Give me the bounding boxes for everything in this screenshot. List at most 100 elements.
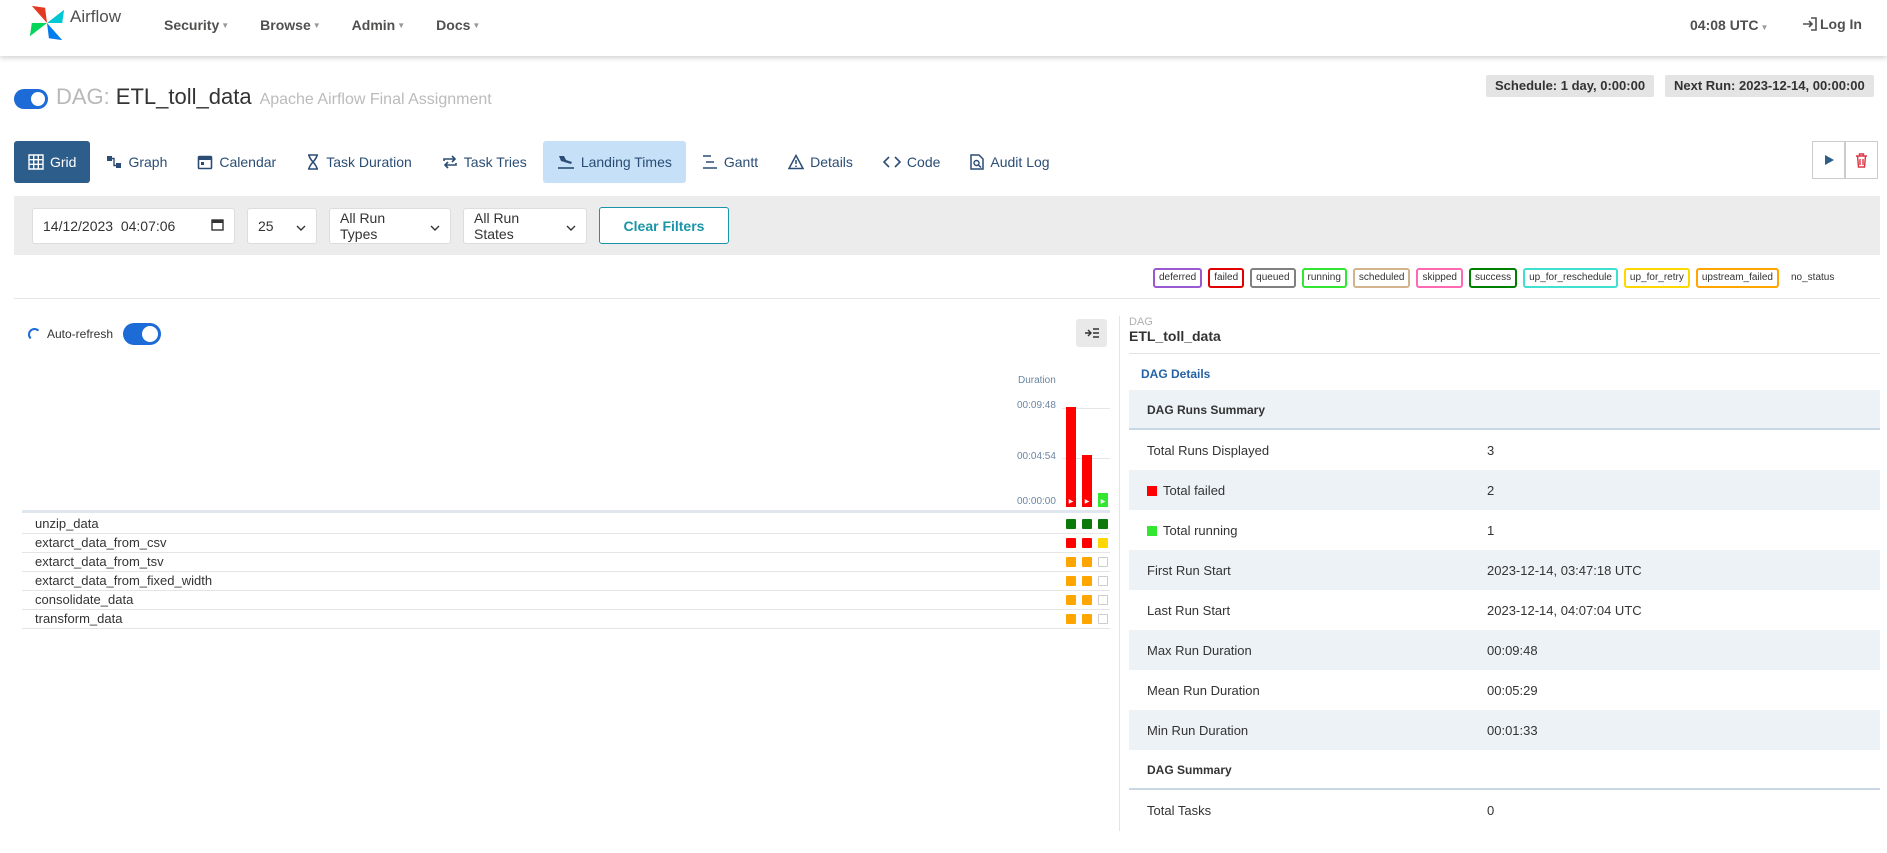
dag-run-bar[interactable]: ▶ — [1082, 455, 1092, 507]
task-instance-cell[interactable] — [1082, 614, 1092, 624]
calendar-icon — [197, 154, 213, 170]
run-state-select[interactable]: All Run States — [463, 208, 587, 244]
details-value: 2 — [1487, 483, 1495, 498]
menu-security[interactable]: Security ▼ — [164, 17, 229, 33]
tab-code[interactable]: Code — [869, 141, 954, 183]
dag-title: ETL_toll_data — [115, 84, 252, 109]
dag-details-link[interactable]: DAG Details — [1141, 367, 1210, 381]
repeat-icon — [442, 154, 458, 170]
task-instance-cell[interactable] — [1098, 519, 1108, 529]
clear-filters-button[interactable]: Clear Filters — [599, 207, 729, 244]
task-instance-cell[interactable] — [1082, 595, 1092, 605]
chevron-down-icon — [288, 218, 306, 234]
divider — [14, 298, 1880, 299]
task-name[interactable]: unzip_data — [35, 516, 99, 531]
task-name[interactable]: extarct_data_from_fixed_width — [35, 573, 212, 588]
task-instance-cell[interactable] — [1066, 576, 1076, 586]
collapse-details-button[interactable] — [1076, 319, 1107, 347]
task-instance-cell[interactable] — [1082, 519, 1092, 529]
menu-admin[interactable]: Admin ▼ — [352, 17, 405, 33]
tab-calendar[interactable]: Calendar — [183, 141, 290, 183]
duration-tick: 00:00:00 — [1017, 496, 1056, 507]
dag-pause-toggle[interactable] — [14, 89, 48, 109]
task-instance-cell[interactable] — [1082, 576, 1092, 586]
run-type-select[interactable]: All Run Types — [329, 208, 451, 244]
task-row[interactable]: extarct_data_from_tsv — [22, 553, 1110, 572]
tab-landing-times[interactable]: Landing Times — [542, 141, 686, 183]
status-dot-icon — [1147, 525, 1157, 536]
task-name[interactable]: extarct_data_from_csv — [35, 535, 167, 550]
details-key: DAG Runs Summary — [1147, 403, 1266, 417]
details-value: 2023-12-14, 03:47:18 UTC — [1487, 563, 1642, 578]
legend-no-status[interactable]: no_status — [1785, 268, 1840, 288]
details-row: Max Run Duration 00:09:48 — [1129, 630, 1880, 670]
task-instance-cell[interactable] — [1066, 519, 1076, 529]
dag-header: DAG: ETL_toll_data Apache Airflow Final … — [14, 84, 492, 110]
login-link[interactable]: Log In — [1802, 16, 1862, 32]
tab-graph[interactable]: Graph — [92, 141, 181, 183]
task-instance-cell[interactable] — [1066, 557, 1076, 567]
legend-queued[interactable]: queued — [1250, 268, 1296, 288]
airflow-brand[interactable]: Airflow — [28, 4, 121, 42]
legend-scheduled[interactable]: scheduled — [1352, 268, 1411, 288]
details-key: Total Runs Displayed — [1147, 443, 1270, 458]
dag-run-bar[interactable]: ▶ — [1098, 493, 1108, 507]
grid-icon — [28, 154, 44, 170]
task-name[interactable]: consolidate_data — [35, 592, 133, 607]
task-instance-cell[interactable] — [1098, 595, 1108, 605]
legend-deferred[interactable]: deferred — [1153, 268, 1203, 288]
calendar-picker-icon[interactable] — [203, 218, 224, 234]
panel-divider[interactable] — [1119, 316, 1120, 831]
num-runs-select[interactable]: 25 — [247, 208, 317, 244]
task-name[interactable]: extarct_data_from_tsv — [35, 554, 164, 569]
legend-skipped[interactable]: skipped — [1416, 268, 1463, 288]
task-instance-cell[interactable] — [1066, 595, 1076, 605]
caret-down-icon: ▼ — [312, 21, 321, 30]
tab-gantt[interactable]: Gantt — [688, 141, 772, 183]
tab-details[interactable]: Details — [774, 141, 867, 183]
schedule-badge[interactable]: Schedule: 1 day, 0:00:00 — [1486, 75, 1655, 97]
task-instance-cell[interactable] — [1066, 538, 1076, 548]
task-row[interactable]: unzip_data — [22, 515, 1110, 534]
details-value: 1 — [1487, 523, 1495, 538]
task-row[interactable]: extarct_data_from_fixed_width — [22, 572, 1110, 591]
task-instance-cell[interactable] — [1098, 557, 1108, 567]
dag-prefix: DAG: — [56, 84, 110, 109]
run-type-value: All Run Types — [340, 210, 386, 242]
chevron-down-icon — [422, 218, 440, 234]
task-row[interactable]: consolidate_data — [22, 591, 1110, 610]
details-row: Total running 1 — [1129, 510, 1880, 550]
auto-refresh-toggle[interactable] — [123, 323, 162, 345]
tab-label: Audit Log — [990, 154, 1050, 170]
legend-running[interactable]: running — [1301, 268, 1347, 288]
task-instance-cell[interactable] — [1066, 614, 1076, 624]
delete-dag-button[interactable] — [1845, 141, 1878, 179]
caret-down-icon: ▼ — [221, 21, 230, 30]
tab-task-duration[interactable]: Task Duration — [292, 141, 426, 183]
task-instance-cell[interactable] — [1098, 576, 1108, 586]
legend-success[interactable]: success — [1468, 268, 1518, 288]
tab-task-tries[interactable]: Task Tries — [428, 141, 541, 183]
legend-up-for-retry[interactable]: up_for_retry — [1623, 268, 1690, 288]
task-name[interactable]: transform_data — [35, 611, 122, 626]
dag-run-bar[interactable]: ▶ — [1066, 407, 1076, 507]
trigger-dag-button[interactable] — [1812, 141, 1845, 179]
task-row[interactable]: transform_data — [22, 610, 1110, 629]
plane-landing-icon — [557, 154, 575, 170]
task-instance-cell[interactable] — [1098, 538, 1108, 548]
menu-browse[interactable]: Browse ▼ — [260, 17, 321, 33]
timezone-dropdown[interactable]: 04:08 UTC ▼ — [1690, 17, 1768, 33]
tab-grid[interactable]: Grid — [14, 141, 91, 183]
task-instance-cell[interactable] — [1082, 538, 1092, 548]
legend-failed[interactable]: failed — [1208, 268, 1245, 288]
airflow-logo-icon — [29, 5, 65, 41]
task-row[interactable]: extarct_data_from_csv — [22, 534, 1110, 553]
next-run-badge[interactable]: Next Run: 2023-12-14, 00:00:00 — [1665, 75, 1874, 97]
legend-upstream-failed[interactable]: upstream_failed — [1695, 268, 1779, 288]
task-instance-cell[interactable] — [1098, 614, 1108, 624]
legend-up-for-reschedule[interactable]: up_for_reschedule — [1523, 268, 1618, 288]
tab-audit-log[interactable]: Audit Log — [956, 141, 1063, 183]
menu-docs[interactable]: Docs ▼ — [436, 17, 480, 33]
base-date-input[interactable]: 14/12/2023 04:07:06 — [32, 208, 235, 244]
task-instance-cell[interactable] — [1082, 557, 1092, 567]
